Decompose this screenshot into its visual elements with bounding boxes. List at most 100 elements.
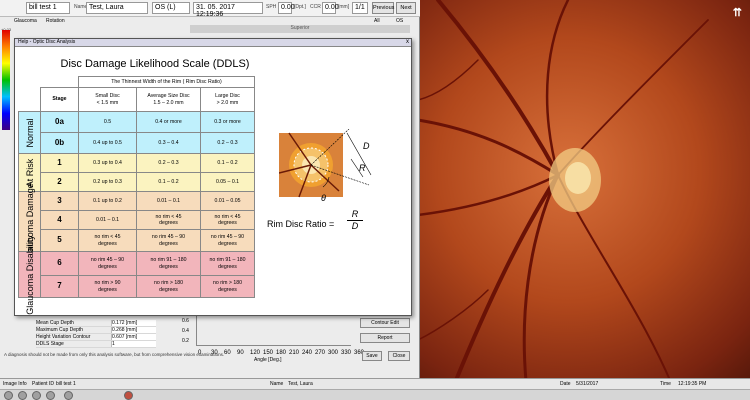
patient-id-value: bill test 1 [56,381,76,387]
graph-x-axis: 0 30 60 90 120 150 180 210 240 270 300 330 360 [178,322,364,356]
ccr-label: CCR [310,4,321,10]
graph-x-tick: 90 [237,350,244,356]
contour-edit-button[interactable]: Contour Edit [360,318,410,328]
patient-name-field[interactable]: bill test 1 [26,2,70,14]
time-label: Time [660,381,671,387]
ddls-row: Glaucoma Damage 3 0.1 up to 0.2 0.01 – 0.1 0… [18,183,255,260]
ddls-cell-avg: no rim 45 – 90 degrees [136,229,201,252]
ddls-cell-small: no rim > 90 degrees [78,275,137,298]
graph-x-tick: 120 [250,350,261,356]
page-indicator: 1/1 [352,2,368,14]
glaucoma-checkbox-label[interactable]: Glaucoma [14,18,37,24]
label-d: D [363,141,370,151]
patient-fullname-field[interactable]: Test, Laura [86,2,148,14]
diagnosis-disclaimer: A diagnosis should not be made from only… [4,352,225,357]
ddls-cell-stage: 2 [40,172,79,192]
ddls-cell-stage: 6 [40,251,79,276]
rim-width-header: The Thinnest Width of the Rim ( Rim Disc… [78,76,255,88]
retinal-vessels [418,0,709,400]
category-label: Normal [24,117,35,148]
ddls-cell-stage: 1 [40,153,79,173]
sph-field[interactable]: 0.00 [278,2,295,14]
measurement-table: Mean Cup Depth 0.172 [mm] Maximum Cup Dept… [36,320,156,348]
close-button[interactable]: Close [388,351,410,361]
ddls-cell-avg: 0.4 or more [136,111,201,133]
label-r: R [359,163,366,173]
mm-label: [mm] [338,4,350,10]
average-disc-header: Average Size Disc 1.5 – 2.0 mm [136,87,201,112]
image-info-label: Image Info [3,381,27,387]
previous-button[interactable]: Previous [372,2,394,14]
taskbar-app-icon[interactable] [124,391,133,400]
graph-x-label: Angle [Deg.] [254,357,282,363]
ddls-category: Glaucoma Disability [18,235,41,314]
taskbar-app-icon[interactable] [32,391,41,400]
rotation-checkbox-label[interactable]: Rotation [46,18,65,24]
graph-x-tick: 210 [289,350,300,356]
label-theta: θ [321,193,326,203]
stage-header: Stage [40,87,79,112]
next-button[interactable]: Next [396,2,416,14]
ddls-row: 7 no rim > 90 degrees no rim > 180 degrees… [19,275,255,298]
ddls-row: 4 0.01 – 0.1 no rim < 45 degrees no rim < 4… [19,210,255,230]
ddls-row: 5 no rim < 45 degrees no rim 45 – 90 degre… [19,229,255,252]
measurement-value: 0.172 [mm] [111,320,156,326]
ddls-cell-large: no rim > 180 degrees [200,275,255,298]
small-disc-header: Small Disc < 1.5 mm [78,87,137,112]
ddls-cell-avg: 0.1 – 0.2 [136,172,201,192]
rim-disc-ratio: Rim Disc Ratio = R D [267,209,363,231]
graph-x-tick: 150 [263,350,274,356]
ddls-cell-large: 0.2 – 0.3 [200,132,255,154]
ddls-row: Glaucoma Disability 6 no rim 45 – 90 degre… [18,235,255,314]
os-radio-label[interactable]: OS [396,18,403,24]
start-icon[interactable] [4,391,13,400]
ccr-field[interactable]: 0.00 [322,2,339,14]
category-label: Glaucoma Disability [24,234,35,315]
ddls-cell-avg: 0.01 – 0.1 [136,191,201,211]
dialog-title: Help - Optic Disc Analysis [15,39,411,47]
graph-x-tick: 240 [302,350,313,356]
report-button[interactable]: Report [360,333,410,343]
ddls-cell-large: 0.1 – 0.2 [200,153,255,173]
measurement-row: Maximum Cup Depth 0.268 [mm] [36,327,156,334]
taskbar-app-icon[interactable] [46,391,55,400]
graph-x-tick: 60 [224,350,231,356]
ddls-cell-small: no rim 45 – 90 degrees [78,251,137,276]
ddls-cell-stage: 0b [40,132,79,154]
close-icon[interactable]: x [406,39,409,46]
ddls-cell-avg: no rim < 45 degrees [136,210,201,230]
ddls-cell-avg: no rim > 180 degrees [136,275,201,298]
sph-label: SPH [266,4,277,10]
save-button[interactable]: Save [362,351,382,361]
ddls-cell-stage: 7 [40,275,79,298]
status-bar: Image Info Patient ID bill test 1 Name T… [0,378,750,389]
measurement-value: 1 [111,341,156,347]
patient-id-label: Patient ID [32,381,54,387]
ddls-row: Normal 0a 0.5 0.4 or more 0.3 or more [18,111,255,154]
ddls-cell-stage: 0a [40,111,79,133]
ddls-cell-stage: 3 [40,191,79,211]
superior-label: Superior [190,25,410,33]
ddls-cell-small: 0.1 up to 0.2 [78,191,137,211]
expand-icon[interactable]: ⇈ [733,6,742,19]
ddls-cell-large: 0.3 or more [200,111,255,133]
ddls-cell-large: no rim 91 – 180 degrees [200,251,255,276]
application-window: bill test 1 Name Test, Laura OS (L) 31. … [0,0,420,378]
taskbar-app-icon[interactable] [64,391,73,400]
eye-field[interactable]: OS (L) [152,2,190,14]
status-name-value: Test, Laura [288,381,313,387]
large-disc-header: Large Disc > 2.0 mm [200,87,255,112]
ddls-row: 0b 0.4 up to 0.5 0.3 – 0.4 0.2 – 0.3 [19,132,255,154]
ddls-cell-small: 0.5 [78,111,137,133]
fundus-image: ⇈ [418,0,750,400]
ratio-numerator: R [347,209,363,221]
ddls-category: Normal [18,111,41,154]
optic-disc-diagram: D R θ [279,129,372,203]
datetime-field[interactable]: 31. 05. 2017 12:19:36 [193,2,263,18]
date-label: Date [560,381,571,387]
status-name-label: Name [270,381,284,387]
all-radio-label[interactable]: All [374,18,380,24]
measurement-row: Mean Cup Depth 0.172 [mm] [36,320,156,327]
taskbar-app-icon[interactable] [18,391,27,400]
date-value: 5/31/2017 [576,381,599,387]
